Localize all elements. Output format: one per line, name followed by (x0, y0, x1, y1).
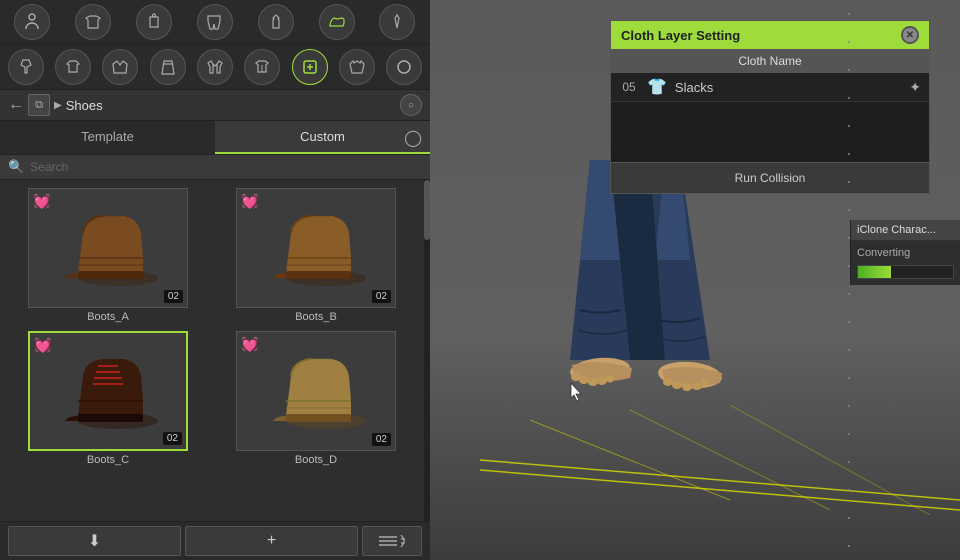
run-collision-button[interactable]: Run Collision (611, 162, 929, 193)
tab-menu-icon[interactable]: ◯ (404, 128, 422, 148)
icon-shirt[interactable] (75, 4, 111, 40)
icon-coat[interactable] (339, 49, 375, 85)
item-corner-icon: 💓 (34, 337, 51, 354)
list-item[interactable]: 💓 02 Boots_C (8, 331, 208, 466)
add-button[interactable]: + (185, 526, 358, 556)
bottom-toolbar: ⬇ + (0, 521, 430, 560)
item-badge: 02 (372, 433, 391, 446)
item-badge: 02 (164, 290, 183, 303)
icon-jacket[interactable] (197, 49, 233, 85)
iclone-progress-fill (858, 266, 891, 278)
item-label: Boots_A (87, 311, 129, 323)
cloth-item-shirt-icon: 👕 (647, 77, 667, 97)
sort-button[interactable] (362, 526, 422, 556)
top-icon-bar-1 (0, 0, 430, 45)
iclone-panel-status: Converting (851, 241, 960, 265)
left-panel: ← ⧉ ▶ Shoes ○ Template Custom ◯ 🔍 💓 (0, 0, 430, 560)
cloth-item-row[interactable]: 05 👕 Slacks ✦ (611, 73, 929, 102)
iclone-panel-title: iClone Charac... (851, 220, 960, 241)
back-button[interactable]: ← (8, 97, 24, 113)
breadcrumb-row: ← ⧉ ▶ Shoes ○ (0, 90, 430, 121)
item-label: Boots_D (295, 454, 337, 466)
item-corner-icon: 💓 (241, 336, 258, 353)
breadcrumb-menu-button[interactable]: ○ (400, 94, 422, 116)
dialog-title-bar: Cloth Layer Setting ✕ (611, 21, 929, 49)
icon-top[interactable] (55, 49, 91, 85)
icon-skirt[interactable] (150, 49, 186, 85)
top-icon-bar-2 (0, 45, 430, 90)
cloth-item-number: 05 (619, 80, 639, 94)
search-input[interactable] (30, 160, 422, 174)
icon-shoes[interactable] (319, 4, 355, 40)
item-thumbnail: 💓 02 (28, 188, 188, 308)
icon-person[interactable] (14, 4, 50, 40)
cloth-item-name: Slacks (675, 80, 901, 95)
cloth-item-settings-icon[interactable]: ✦ (909, 79, 921, 96)
cloth-layer-dialog: Cloth Layer Setting ✕ Cloth Name 05 👕 Sl… (610, 20, 930, 194)
copy-button[interactable]: ⧉ (28, 94, 50, 116)
item-corner-icon: 💓 (241, 193, 258, 210)
item-grid: 💓 02 Boots_A (0, 180, 424, 521)
iclone-panel: iClone Charac... Converting (850, 220, 960, 285)
item-label: Boots_B (295, 311, 337, 323)
list-item[interactable]: 💓 02 Boots_A (8, 188, 208, 323)
item-thumbnail: 💓 02 (236, 331, 396, 451)
icon-pants[interactable] (197, 4, 233, 40)
item-label: Boots_C (87, 454, 129, 466)
icon-dress[interactable] (8, 49, 44, 85)
main-viewport: Cloth Layer Setting ✕ Cloth Name 05 👕 Sl… (430, 0, 960, 560)
tab-custom[interactable]: Custom (215, 121, 430, 154)
list-item[interactable]: 💓 02 Boots_B (216, 188, 416, 323)
breadcrumb-label: Shoes (66, 98, 396, 113)
icon-shirt2[interactable] (244, 49, 280, 85)
item-badge: 02 (163, 432, 182, 445)
icon-outfit[interactable] (258, 4, 294, 40)
icon-suit-top[interactable] (102, 49, 138, 85)
item-corner-icon: 💓 (33, 193, 50, 210)
item-badge: 02 (372, 290, 391, 303)
item-thumbnail: 💓 02 (28, 331, 188, 451)
download-button[interactable]: ⬇ (8, 526, 181, 556)
cloth-empty-area (611, 102, 929, 162)
dialog-close-button[interactable]: ✕ (901, 26, 919, 44)
cloth-name-header: Cloth Name (611, 49, 929, 73)
search-icon: 🔍 (8, 159, 24, 175)
list-item[interactable]: 💓 02 Boots_D (216, 331, 416, 466)
dialog-title: Cloth Layer Setting (621, 28, 740, 43)
iclone-progress-bar (857, 265, 954, 279)
tab-row: Template Custom ◯ (0, 121, 430, 155)
icon-active-item[interactable] (292, 49, 328, 85)
tab-template[interactable]: Template (0, 121, 215, 154)
icon-tie[interactable] (379, 4, 415, 40)
icon-circle[interactable] (386, 49, 422, 85)
breadcrumb-arrow: ▶ (54, 100, 62, 111)
item-thumbnail: 💓 02 (236, 188, 396, 308)
icon-body[interactable] (136, 4, 172, 40)
search-bar: 🔍 (0, 155, 430, 180)
